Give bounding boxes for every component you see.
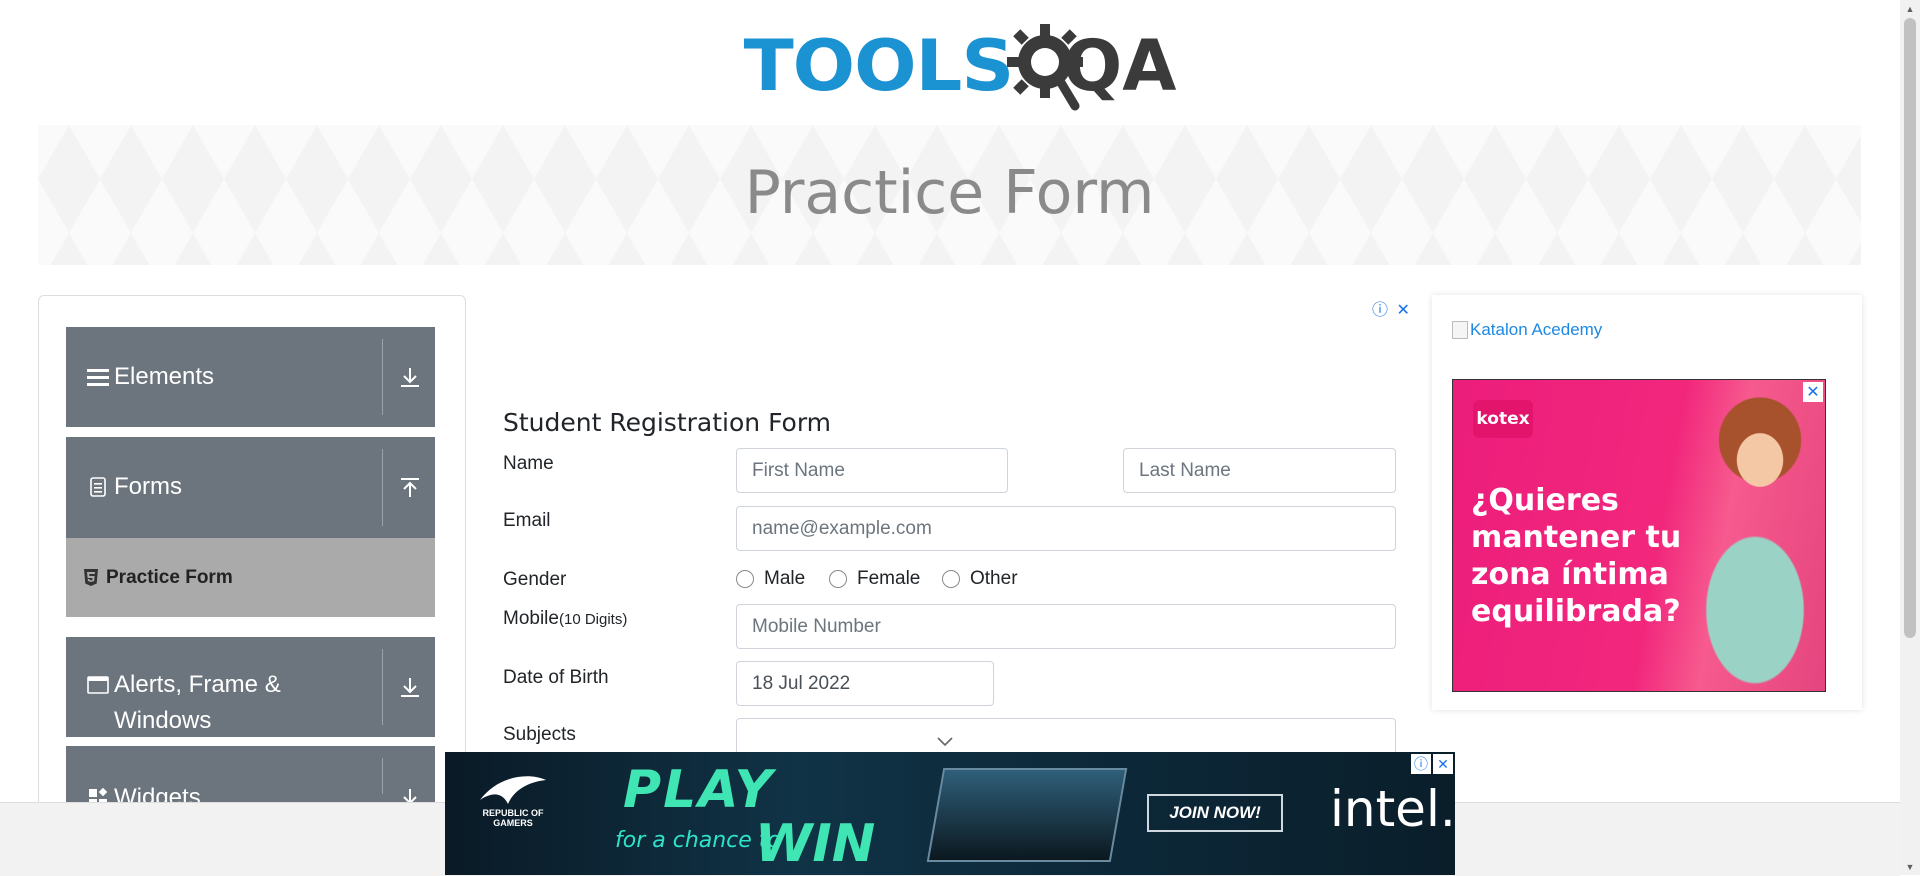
radio-circle[interactable] [942,570,960,588]
document-icon [86,469,110,505]
scrollbar-thumb[interactable] [1904,18,1916,638]
sidebar: Elements Forms Practice Form Alerts, Fra… [38,295,466,857]
first-name-input[interactable] [736,448,1008,493]
page-banner: Practice Form [38,125,1861,265]
ad-win-text: WIN [755,814,876,874]
kotex-logo: kotex [1473,400,1533,438]
expand-download-icon[interactable] [395,637,425,737]
logo-qa-text: QA [1006,20,1177,112]
logo-qa-letters: QA [1062,25,1177,107]
vertical-scrollbar[interactable]: ▲ ▼ [1900,0,1920,875]
sidebar-item-practice-form[interactable]: Practice Form [66,538,435,617]
window-icon [86,667,110,703]
radio-label: Female [857,568,921,589]
sidebar-group-alerts[interactable]: Alerts, Frame & Windows [66,637,435,737]
gender-label: Gender [503,569,567,590]
broken-image-icon [1452,321,1468,339]
hamburger-icon [86,359,110,395]
gender-radio-male[interactable]: Male [736,568,805,590]
page-title: Practice Form [744,158,1155,228]
ad-controls: ⓘ ✕ [1411,754,1453,774]
close-icon[interactable]: ✕ [1803,382,1823,402]
sidebar-group-label: Elements [114,363,215,390]
gender-radio-female[interactable]: Female [829,568,920,590]
sidebar-group-label-line2: Windows [114,707,212,734]
sidebar-group-elements[interactable]: Elements [66,327,435,427]
mobile-hint: (10 Digits) [558,611,628,628]
scroll-down-arrow-icon[interactable]: ▼ [1900,858,1920,875]
join-now-button[interactable]: JOIN NOW! [1147,794,1283,832]
intel-logo: intel. [1330,780,1455,838]
ad-play-text: PLAY [623,760,775,820]
scroll-up-arrow-icon[interactable]: ▲ [1900,0,1920,17]
divider [382,449,383,526]
divider [382,339,383,415]
divider [382,758,383,794]
radio-label: Other [970,568,1018,589]
html5-icon [84,569,98,586]
toolsqa-logo[interactable]: TOOLS QA [744,18,1176,114]
email-field[interactable] [736,506,1396,551]
sidebar-group-widgets[interactable]: Widgets [66,746,435,806]
logo-tools-text: TOOLS [743,25,1015,107]
sidebar-group-label: Forms [114,473,182,500]
subjects-label: Subjects [503,724,576,745]
katalon-alt-text: Katalon Acedemy [1470,320,1603,339]
rog-text: REPUBLIC OF GAMERS [482,808,544,828]
sidebar-group-label-line1: Alerts, Frame & [114,671,281,698]
sidebar-group-label: Alerts, Frame & Windows [114,667,281,739]
sidebar-group-alerts-label-wrap: Alerts, Frame & Windows [86,667,281,739]
expand-download-icon[interactable] [395,327,425,427]
ad-person-image [1675,380,1825,691]
mobile-label-text: Mobile [503,608,559,629]
sidebar-group-forms[interactable]: Forms [66,437,435,538]
name-label: Name [503,453,554,474]
radio-label: Male [764,568,806,589]
mobile-number-input[interactable] [736,604,1396,649]
rog-logo: REPUBLIC OF GAMERS [473,772,553,828]
radio-circle[interactable] [736,570,754,588]
divider [382,649,383,725]
mobile-label: Mobile(10 Digits) [503,608,627,630]
katalon-academy-image[interactable]: Katalon Acedemy [1452,320,1602,340]
bottom-ad-banner[interactable]: REPUBLIC OF GAMERS PLAY for a chance to … [445,752,1455,875]
chevron-down-icon[interactable] [937,731,953,753]
dob-label: Date of Birth [503,667,609,688]
ad-choices[interactable]: ⓘ ✕ [1372,296,1410,320]
kotex-headline: ¿Quieres mantener tu zona íntima equilib… [1471,483,1682,629]
close-icon[interactable]: ✕ [1396,302,1409,319]
radio-circle[interactable] [829,570,847,588]
sidebar-group-elements-label-wrap: Elements [86,359,214,395]
email-label: Email [503,510,551,531]
collapse-upload-icon[interactable] [395,437,425,538]
sidebar-group-forms-label-wrap: Forms [86,469,182,505]
kotex-ad[interactable]: kotex ¿Quieres mantener tu zona íntima e… [1452,379,1826,692]
close-icon[interactable]: ✕ [1433,754,1453,774]
info-icon[interactable]: ⓘ [1372,302,1388,319]
date-of-birth-input[interactable]: 18 Jul 2022 [736,661,994,706]
subjects-input[interactable] [736,718,1396,752]
last-name-input[interactable] [1123,448,1396,493]
rog-eye-icon [480,776,546,804]
sidebar-item-label: Practice Form [106,566,233,588]
form-title: Student Registration Form [503,408,832,437]
ad-laptop-image [926,768,1128,862]
gender-radio-other[interactable]: Other [942,568,1018,590]
info-icon[interactable]: ⓘ [1411,754,1431,774]
